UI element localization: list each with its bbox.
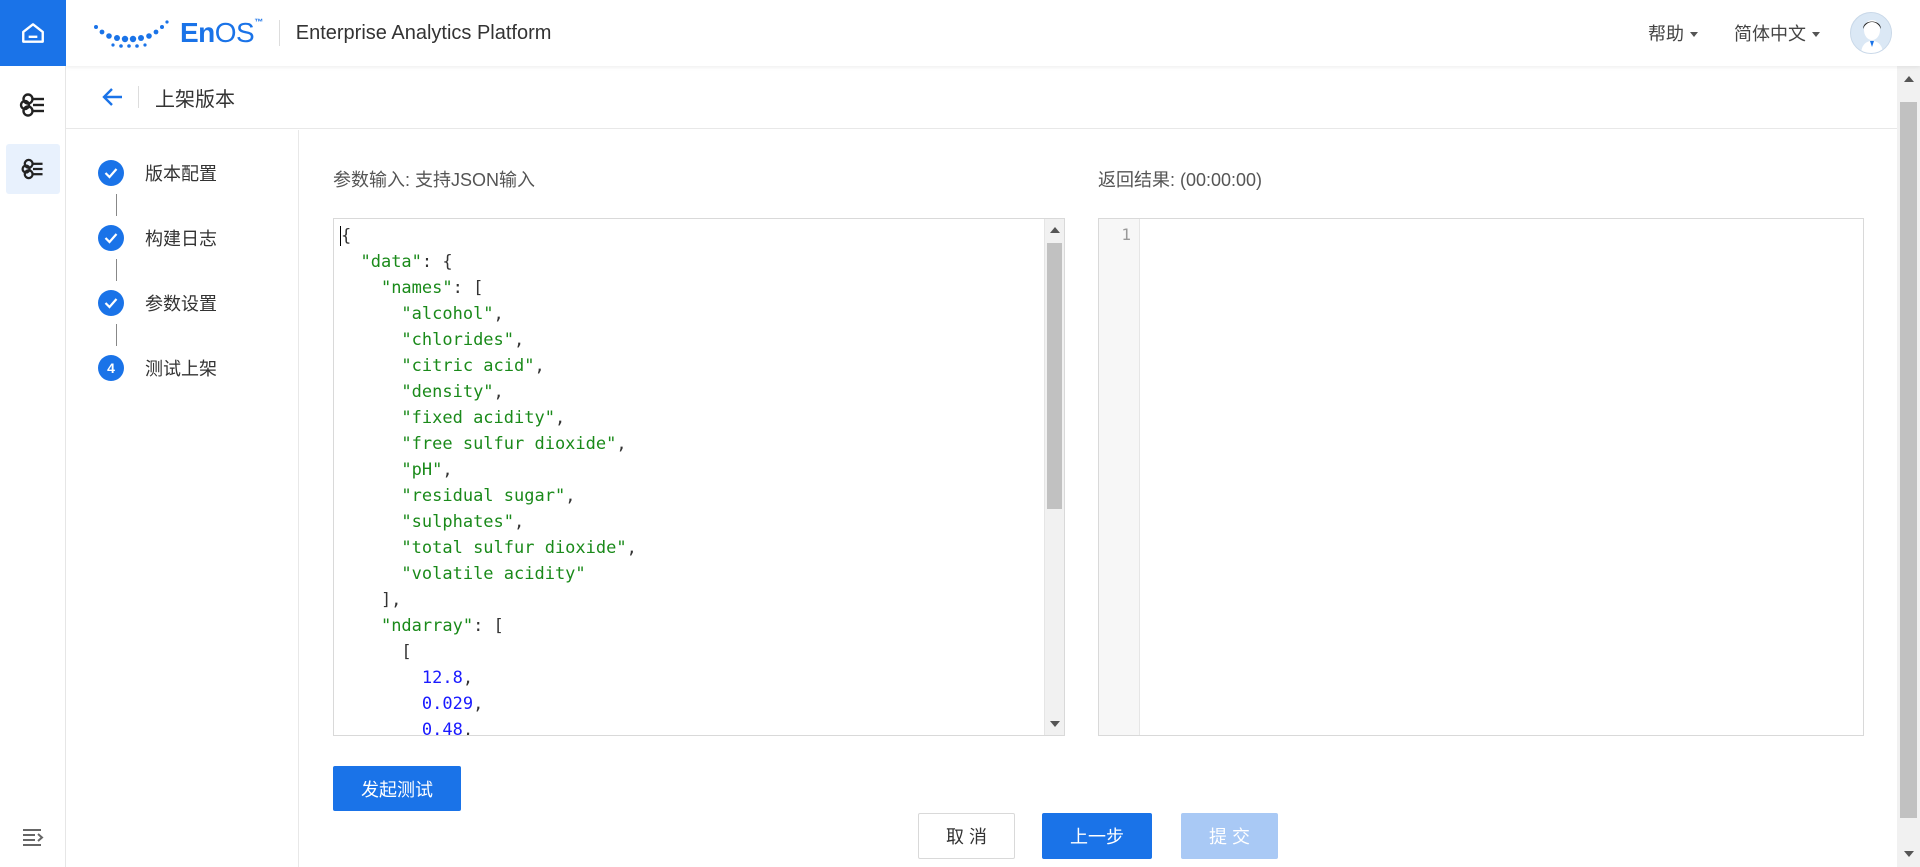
code-line: 0.48, xyxy=(421,720,474,736)
language-menu[interactable]: 简体中文 xyxy=(1734,20,1820,46)
step-label: 参数设置 xyxy=(145,294,217,314)
step-connector xyxy=(116,324,117,346)
model-icon xyxy=(21,158,43,180)
user-avatar-icon xyxy=(1851,13,1891,53)
code-line: "pH", xyxy=(401,460,453,480)
code-line: ], xyxy=(340,590,402,610)
code-line: { xyxy=(340,226,352,246)
logo-trademark: ™ xyxy=(254,17,263,27)
avatar[interactable] xyxy=(1850,12,1892,54)
logo-text: EnOS™ xyxy=(180,17,263,49)
json-input-editor[interactable]: { "data": { "names": [ "alcohol", "chlor… xyxy=(333,218,1065,736)
code-line: [ xyxy=(340,642,412,662)
back-button[interactable] xyxy=(102,87,124,107)
check-icon xyxy=(98,225,124,251)
input-label: 参数输入: 支持JSON输入 xyxy=(333,170,536,190)
code-line: "density", xyxy=(401,382,504,402)
model-icon xyxy=(19,93,44,117)
header-divider xyxy=(278,20,280,46)
step-item[interactable]: 参数设置 xyxy=(98,290,217,316)
check-icon xyxy=(98,160,124,186)
home-icon xyxy=(22,23,44,43)
step-number-badge: 4 xyxy=(98,355,124,381)
check-icon xyxy=(98,290,124,316)
code-line: "ndarray": [ xyxy=(380,616,504,636)
cancel-button[interactable]: 取 消 xyxy=(918,813,1015,859)
step-item[interactable]: 版本配置 xyxy=(98,160,217,186)
code-line: "chlorides", xyxy=(401,330,525,350)
help-label: 帮助 xyxy=(1648,24,1684,44)
code-line: "names": [ xyxy=(380,278,484,298)
left-rail xyxy=(0,0,66,867)
step-label: 版本配置 xyxy=(145,164,217,184)
code-line: "citric acid", xyxy=(401,356,545,376)
app-title: Enterprise Analytics Platform xyxy=(295,21,552,44)
scroll-down-icon[interactable] xyxy=(1904,851,1914,857)
code-line: "alcohol", xyxy=(401,304,504,324)
logo-text-os: OS xyxy=(214,17,255,48)
code-line: "volatile acidity" xyxy=(401,564,586,584)
enos-logo-icon xyxy=(94,20,169,48)
result-editor[interactable]: 1 xyxy=(1098,218,1864,736)
code-line: "total sulfur dioxide", xyxy=(401,538,637,558)
page-scroll-thumb[interactable] xyxy=(1900,102,1917,818)
result-label: 返回结果: (00:00:00) xyxy=(1098,170,1263,190)
step-item-current[interactable]: 4 测试上架 xyxy=(98,355,217,381)
scroll-up-icon[interactable] xyxy=(1050,227,1060,233)
enos-logo[interactable]: EnOS™ xyxy=(92,17,263,49)
submit-button[interactable]: 提 交 xyxy=(1181,813,1278,859)
json-code: { "data": { "names": [ "alcohol", "chlor… xyxy=(340,223,637,736)
code-line: "free sulfur dioxide", xyxy=(401,434,627,454)
run-test-button[interactable]: 发起测试 xyxy=(333,766,461,811)
caret-down-icon xyxy=(1690,31,1698,37)
title-divider xyxy=(138,86,139,108)
home-button[interactable] xyxy=(0,0,66,66)
page-title: 上架版本 xyxy=(155,88,235,111)
step-label: 构建日志 xyxy=(145,229,217,249)
logo-text-en: En xyxy=(180,17,215,48)
language-label: 简体中文 xyxy=(1734,24,1806,44)
scroll-up-icon[interactable] xyxy=(1904,76,1914,82)
code-line: 0.029, xyxy=(421,694,484,714)
step-label: 测试上架 xyxy=(145,359,217,379)
prev-step-button[interactable]: 上一步 xyxy=(1042,813,1152,859)
menu-collapse-icon xyxy=(23,829,44,846)
code-line: "fixed acidity", xyxy=(401,408,566,428)
page-scrollbar[interactable] xyxy=(1897,66,1920,867)
page-header: 上架版本 xyxy=(66,66,1897,129)
code-line: "data": { xyxy=(360,252,453,272)
scroll-thumb[interactable] xyxy=(1047,243,1062,509)
help-menu[interactable]: 帮助 xyxy=(1648,20,1698,46)
code-line: 12.8, xyxy=(421,668,474,688)
step-connector xyxy=(116,259,117,281)
rail-model-button-active[interactable] xyxy=(6,144,60,194)
step-list: 版本配置 构建日志 参数设置 4 测试上架 xyxy=(66,130,299,867)
step-item[interactable]: 构建日志 xyxy=(98,225,217,251)
top-header: EnOS™ Enterprise Analytics Platform 帮助 简… xyxy=(66,0,1920,66)
content-panel: 上架版本 版本配置 构建日志 参数设置 4 测试上架 参数输入: 支持JSON输… xyxy=(66,66,1897,867)
step-connector xyxy=(116,194,117,216)
rail-model-button[interactable] xyxy=(6,80,60,130)
code-line: "sulphates", xyxy=(401,512,525,532)
caret-down-icon xyxy=(1812,31,1820,37)
collapse-button[interactable] xyxy=(0,827,66,847)
arrow-left-icon xyxy=(102,88,122,106)
editor-scrollbar[interactable] xyxy=(1044,219,1064,735)
code-line: "residual sugar", xyxy=(401,486,576,506)
scroll-down-icon[interactable] xyxy=(1050,721,1060,727)
line-number: 1 xyxy=(1121,225,1131,244)
line-number-gutter: 1 xyxy=(1099,219,1140,735)
